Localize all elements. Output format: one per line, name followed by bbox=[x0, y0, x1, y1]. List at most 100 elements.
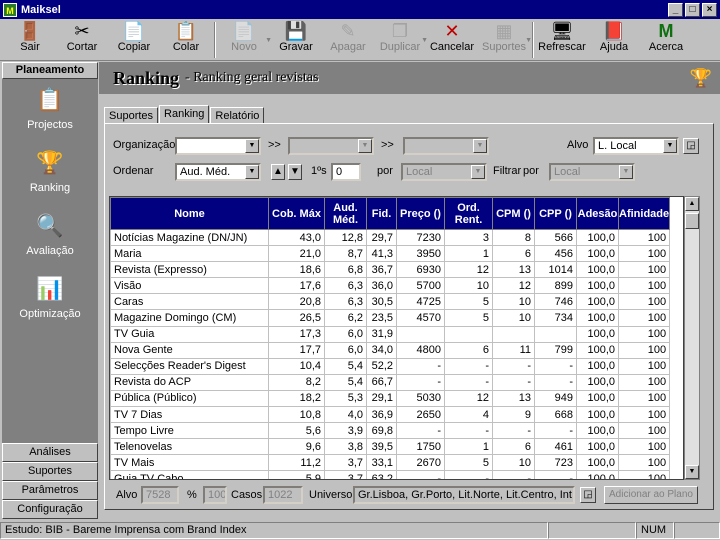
toolbar-supports-button[interactable]: ▦ Suportes ▼ bbox=[478, 19, 532, 61]
table-row[interactable]: Visão 17,6 6,3 36,0 5700 10 12 899 100,0 100 bbox=[110, 277, 671, 295]
toolbar-help-book-button[interactable]: 📕 Ajuda bbox=[588, 19, 640, 61]
toolbar-save-button[interactable]: 💾 Gravar bbox=[270, 19, 322, 61]
sidebar-analises[interactable]: Análises bbox=[2, 443, 98, 462]
table-row[interactable]: Pública (Público) 18,2 5,3 29,1 5030 12 13 949 1… bbox=[110, 389, 671, 408]
sidebar-suportes[interactable]: Suportes bbox=[2, 462, 98, 481]
dropdown-caret-icon[interactable]: ▼ bbox=[525, 37, 532, 44]
sort-descending-button[interactable]: ▼ bbox=[288, 164, 302, 180]
column-header[interactable]: CPM () bbox=[492, 197, 535, 230]
table-cell: 100,0 bbox=[576, 245, 619, 263]
sidebar-configuracao[interactable]: Configuração bbox=[2, 500, 98, 519]
table-row[interactable]: TV 7 Dias 10,8 4,0 36,9 2650 4 9 668 100,0 100 bbox=[110, 406, 671, 424]
vertical-scrollbar[interactable]: ▲ ▼ bbox=[684, 196, 700, 480]
toolbar-cancel-button[interactable]: ✕ Cancelar bbox=[426, 19, 478, 61]
ordenar-select[interactable]: Aud. Méd. ▼ bbox=[175, 163, 261, 181]
universo-browse-button[interactable]: ◲ bbox=[580, 487, 596, 503]
eraser-icon: ✎ bbox=[340, 21, 356, 41]
toolbar-paste-button[interactable]: 📋 Colar bbox=[160, 19, 212, 61]
table-cell: 26,5 bbox=[268, 309, 325, 327]
sidebar-item-projects[interactable]: 📋 Projectos bbox=[2, 79, 98, 142]
table-cell: - bbox=[396, 422, 445, 440]
table-cell: 5 bbox=[444, 309, 493, 327]
refresh-icon: 🖥 bbox=[550, 21, 574, 41]
table-row[interactable]: TV Guia 17,3 6,0 31,9 100,0 100 bbox=[110, 325, 671, 343]
table-cell: 1014 bbox=[534, 261, 577, 279]
sidebar-heading[interactable]: Planeamento bbox=[2, 62, 98, 79]
table-row[interactable]: Nova Gente 17,7 6,0 34,0 4800 6 11 799 100,0 100 bbox=[110, 341, 671, 359]
tab-suportes[interactable]: Suportes bbox=[104, 107, 159, 124]
sidebar-item-evaluation[interactable]: 🔍 Avaliação bbox=[2, 205, 98, 268]
table-cell: - bbox=[492, 470, 535, 479]
column-header[interactable]: CPP () bbox=[534, 197, 577, 230]
table-row[interactable]: TV Mais 11,2 3,7 33,1 2670 5 10 723 100,0 100 bbox=[110, 454, 671, 472]
organizacao-select[interactable]: ▼ bbox=[175, 137, 261, 155]
paste-icon: 📋 bbox=[174, 21, 198, 41]
table-row[interactable]: Selecções Reader's Digest 10,4 5,4 52,2- - - -… bbox=[110, 357, 671, 375]
minimize-button[interactable]: _ bbox=[668, 2, 683, 17]
alvo-browse-button[interactable]: ◲ bbox=[683, 138, 699, 154]
sort-ascending-button[interactable]: ▲ bbox=[271, 164, 285, 180]
column-header[interactable]: Aud. Méd. bbox=[324, 197, 367, 230]
column-header[interactable]: Preço () bbox=[396, 197, 445, 230]
table-cell: 5,6 bbox=[268, 422, 325, 440]
table-cell: Revista do ACP bbox=[110, 373, 269, 391]
table-row[interactable]: Magazine Domingo (CM) 26,5 6,2 23,5 4570 5 10 7… bbox=[110, 309, 671, 327]
column-header[interactable]: Afinidade bbox=[617, 197, 671, 230]
table-row[interactable]: Guia TV Cabo 5,9 3,7 63,2- - - -100,0 100 bbox=[110, 470, 671, 479]
scissors-icon: ✂ bbox=[74, 21, 90, 41]
table-row[interactable]: Telenovelas 9,6 3,8 39,5 1750 1 6 461 100,0 100 bbox=[110, 438, 671, 456]
table-cell: 17,7 bbox=[268, 341, 325, 359]
toolbar-exit-button[interactable]: 🚪 Sair bbox=[4, 19, 56, 61]
table-cell: 3,8 bbox=[324, 438, 367, 456]
top-count-input[interactable]: 0 bbox=[331, 163, 361, 181]
organizacao-sub-select[interactable]: ▼ bbox=[288, 137, 374, 155]
tab-relatorio[interactable]: Relatório bbox=[210, 107, 265, 124]
table-row[interactable]: Tempo Livre 5,6 3,9 69,8- - - -100,0 100 bbox=[110, 422, 671, 440]
column-header[interactable]: Fid. bbox=[366, 197, 397, 230]
column-header[interactable]: Adesão bbox=[576, 197, 619, 230]
table-cell: 734 bbox=[534, 309, 577, 327]
sidebar-item-optimization[interactable]: 📊 Optimização bbox=[2, 268, 98, 331]
column-header[interactable]: Nome bbox=[110, 197, 269, 230]
table-cell: 899 bbox=[534, 277, 577, 295]
ranking-table[interactable]: Nome Cob. Máx Aud. Méd. Fid. Preço () Ord. Re… bbox=[109, 196, 684, 480]
table-cell: 100 bbox=[617, 228, 671, 247]
toolbar-eraser-button[interactable]: ✎ Apagar bbox=[322, 19, 374, 61]
toolbar-label: Copiar bbox=[117, 41, 151, 53]
sidebar-parametros[interactable]: Parâmetros bbox=[2, 481, 98, 500]
sidebar-item-ranking[interactable]: 🏆 Ranking bbox=[2, 142, 98, 205]
page-header: Ranking - Ranking geral revistas 🏆 bbox=[99, 62, 720, 94]
sidebar-item-label: Optimização bbox=[19, 308, 81, 320]
column-header[interactable]: Ord. Rent. bbox=[444, 197, 493, 230]
ordenar-por-select[interactable]: Local ▼ bbox=[401, 163, 487, 181]
table-cell: 4,0 bbox=[324, 406, 367, 424]
scroll-down-icon[interactable]: ▼ bbox=[685, 465, 699, 479]
maximize-button[interactable]: □ bbox=[685, 2, 700, 17]
toolbar-refresh-button[interactable]: 🖥 Refrescar bbox=[536, 19, 588, 61]
toolbar-scissors-button[interactable]: ✂ Cortar bbox=[56, 19, 108, 61]
table-cell: 100 bbox=[617, 389, 671, 408]
table-row[interactable]: Revista (Expresso) 18,6 6,8 36,7 6930 12 13 101… bbox=[110, 261, 671, 279]
scroll-up-icon[interactable]: ▲ bbox=[685, 197, 699, 211]
table-cell: 12,8 bbox=[324, 228, 367, 247]
table-row[interactable]: Revista do ACP 8,2 5,4 66,7- - - -100,0 100 bbox=[110, 373, 671, 391]
close-button[interactable]: × bbox=[702, 2, 717, 17]
add-to-plan-button[interactable]: Adicionar ao Plano bbox=[604, 486, 698, 504]
table-row[interactable]: Notícias Magazine (DN/JN) 43,0 12,8 29,7 723… bbox=[110, 228, 671, 247]
sidebar-item-label: Projectos bbox=[27, 119, 73, 131]
filtrar-select[interactable]: Local ▼ bbox=[549, 163, 635, 181]
column-header[interactable]: Cob. Máx bbox=[268, 197, 325, 230]
toolbar-about-button[interactable]: M Acerca bbox=[640, 19, 692, 61]
toolbar-new-button[interactable]: 📄 Novo ▼ bbox=[218, 19, 272, 61]
alvo-select[interactable]: L. Local ▼ bbox=[593, 137, 679, 155]
table-cell: 11 bbox=[492, 341, 535, 359]
scroll-thumb[interactable] bbox=[685, 213, 699, 229]
tab-ranking[interactable]: Ranking bbox=[159, 105, 210, 124]
toolbar-copy-button[interactable]: 📄 Copiar bbox=[108, 19, 160, 61]
organizacao-sub-select-2[interactable]: ▼ bbox=[403, 137, 489, 155]
table-row[interactable]: Maria 21,0 8,7 41,3 3950 1 6 456 100,0 100 bbox=[110, 245, 671, 263]
table-cell: 7230 bbox=[396, 228, 445, 247]
toolbar-duplicate-button[interactable]: ❐ Duplicar ▼ bbox=[374, 19, 428, 61]
table-row[interactable]: Caras 20,8 6,3 30,5 4725 5 10 746 100,0 100 bbox=[110, 293, 671, 311]
table-cell: 5700 bbox=[396, 277, 445, 295]
